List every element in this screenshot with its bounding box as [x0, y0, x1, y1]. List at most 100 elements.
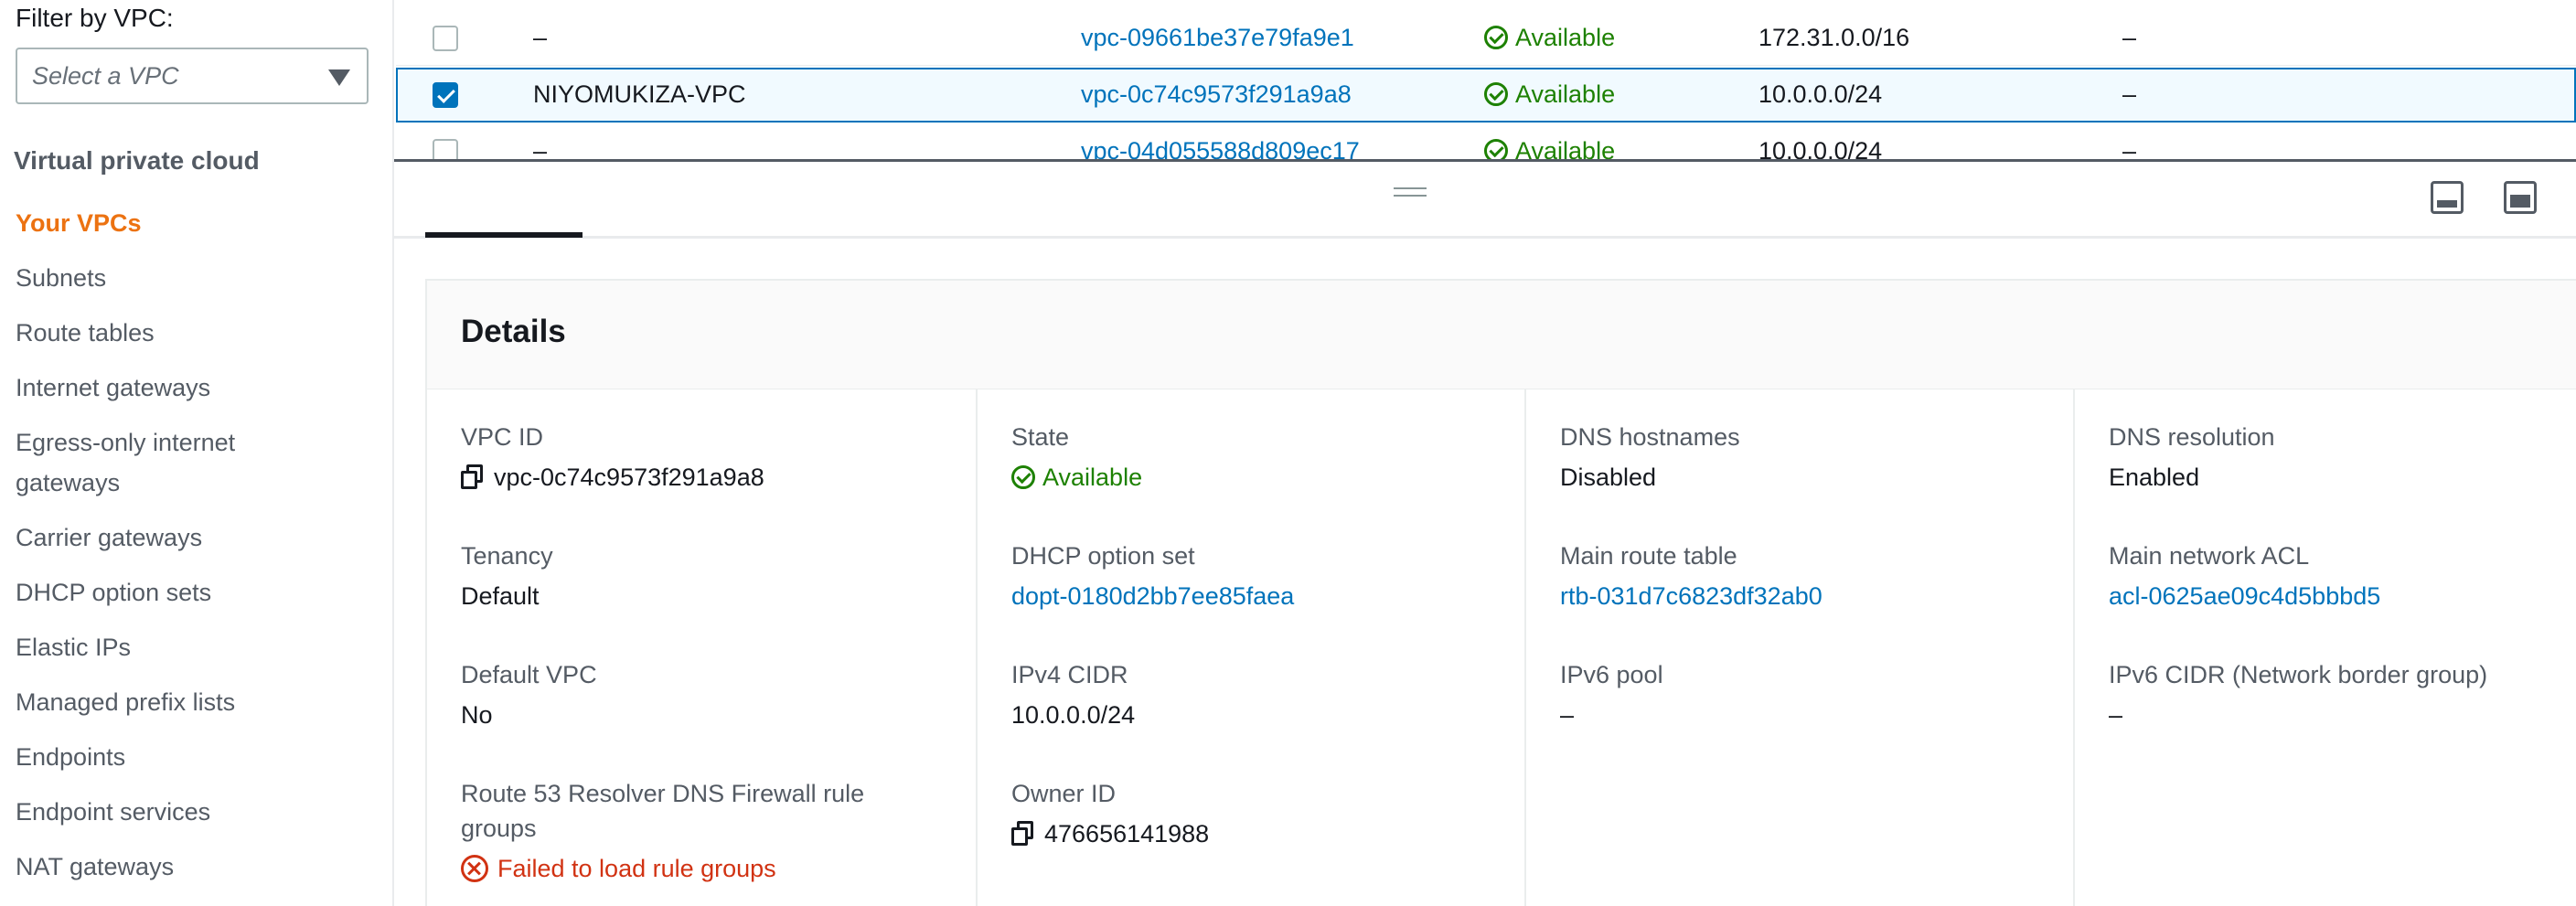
row-state-text: Available	[1515, 80, 1616, 108]
details-column-2: State Available DHCP option set dopt-018…	[976, 389, 1526, 906]
nav-item-dhcp-option-sets[interactable]: DHCP option sets	[16, 572, 381, 613]
field-dns-hostnames: DNS hostnames Disabled	[1560, 420, 1740, 492]
panel-position-side-button[interactable]	[2504, 181, 2537, 214]
row-ipv6-cidr: –	[2122, 80, 2137, 108]
field-dns-firewall: Route 53 Resolver DNS Firewall rule grou…	[461, 776, 900, 883]
default-vpc-label: Default VPC	[461, 661, 597, 688]
tenancy-label: Tenancy	[461, 542, 553, 570]
tab-details-active-indicator[interactable]	[425, 232, 583, 238]
nav-item-elastic-ips[interactable]: Elastic IPs	[16, 627, 381, 667]
row-state-text: Available	[1515, 137, 1616, 161]
details-column-3: DNS hostnames Disabled Main route table …	[1524, 389, 2075, 906]
field-vpc-id: VPC ID vpc-0c74c9573f291a9a8	[461, 420, 764, 492]
dns-resolution-label: DNS resolution	[2109, 423, 2275, 451]
row-vpc-id-link[interactable]: vpc-04d055588d809ec17	[1081, 137, 1360, 161]
check-circle-icon	[1011, 465, 1035, 489]
vpc-table: – vpc-09661be37e79fa9e1 Available 172.31…	[394, 0, 2576, 161]
ipv6-cidr-label: IPv6 CIDR (Network border group)	[2109, 661, 2488, 688]
row-ipv6-cidr: –	[2122, 137, 2137, 161]
vpc-id-value: vpc-0c74c9573f291a9a8	[461, 464, 764, 492]
dns-hostnames-label: DNS hostnames	[1560, 423, 1740, 451]
nav-item-managed-prefix-lists[interactable]: Managed prefix lists	[16, 682, 381, 722]
field-ipv6-cidr: IPv6 CIDR (Network border group) –	[2109, 657, 2487, 730]
dhcp-label: DHCP option set	[1011, 542, 1195, 570]
default-vpc-value: No	[461, 701, 493, 729]
filter-by-vpc-label: Filter by VPC:	[16, 4, 174, 32]
ipv6-pool-label: IPv6 pool	[1560, 661, 1663, 688]
main-route-table-label: Main route table	[1560, 542, 1737, 570]
copy-icon[interactable]	[461, 464, 485, 490]
dns-firewall-error-text: Failed to load rule groups	[497, 855, 776, 882]
row-state: Available	[1484, 24, 1615, 52]
dns-firewall-label: Route 53 Resolver DNS Firewall rule grou…	[461, 780, 865, 842]
nav-item-egress-only-internet-gateways[interactable]: Egress-only internet gateways	[16, 422, 290, 503]
main-network-acl-link[interactable]: acl-0625ae09c4d5bbbd5	[2109, 582, 2380, 611]
table-row[interactable]: – vpc-09661be37e79fa9e1 Available 172.31…	[396, 11, 2576, 66]
row-checkbox[interactable]	[433, 139, 458, 161]
field-ipv4-cidr: IPv4 CIDR 10.0.0.0/24	[1011, 657, 1135, 730]
field-tenancy: Tenancy Default	[461, 538, 553, 611]
nav-list: Your VPCs Subnets Route tables Internet …	[16, 203, 381, 901]
row-ipv6-cidr: –	[2122, 24, 2137, 51]
owner-id-label: Owner ID	[1011, 780, 1117, 807]
nav-item-endpoints[interactable]: Endpoints	[16, 737, 381, 777]
vpc-id-label: VPC ID	[461, 423, 544, 451]
row-name: NIYOMUKIZA-VPC	[533, 80, 746, 108]
row-ipv4-cidr: 10.0.0.0/24	[1758, 137, 1883, 161]
main-route-table-link[interactable]: rtb-031d7c6823df32ab0	[1560, 582, 1822, 611]
nav-item-your-vpcs[interactable]: Your VPCs	[16, 203, 381, 243]
ipv6-cidr-value: –	[2109, 701, 2123, 729]
details-title: Details	[461, 314, 566, 349]
panel-position-bottom-button[interactable]	[2431, 181, 2464, 214]
field-main-network-acl: Main network ACL acl-0625ae09c4d5bbbd5	[2109, 538, 2380, 611]
row-state: Available	[1484, 137, 1615, 161]
copy-icon[interactable]	[1011, 821, 1035, 847]
state-value: Available	[1011, 464, 1142, 492]
field-main-route-table: Main route table rtb-031d7c6823df32ab0	[1560, 538, 1822, 611]
state-label: State	[1011, 423, 1070, 451]
vpc-id-text: vpc-0c74c9573f291a9a8	[494, 464, 764, 491]
nav-item-nat-gateways[interactable]: NAT gateways	[16, 847, 381, 887]
details-tab-bar	[394, 236, 2576, 239]
details-header: Details	[427, 281, 2576, 389]
nav-item-route-tables[interactable]: Route tables	[16, 313, 381, 353]
state-text: Available	[1042, 464, 1143, 491]
caret-down-icon	[328, 69, 350, 86]
row-state-text: Available	[1515, 24, 1616, 51]
row-name: –	[533, 137, 548, 161]
vpc-filter-select[interactable]: Select a VPC	[16, 48, 369, 104]
row-vpc-id-link[interactable]: vpc-0c74c9573f291a9a8	[1081, 80, 1352, 109]
nav-item-carrier-gateways[interactable]: Carrier gateways	[16, 517, 381, 558]
details-column-1: VPC ID vpc-0c74c9573f291a9a8 Tenancy Def…	[427, 389, 976, 906]
dhcp-link[interactable]: dopt-0180d2bb7ee85faea	[1011, 582, 1294, 611]
main-content: – vpc-09661be37e79fa9e1 Available 172.31…	[394, 0, 2576, 906]
split-panel-divider[interactable]	[394, 159, 2576, 162]
nav-item-subnets[interactable]: Subnets	[16, 258, 381, 298]
sidebar: Filter by VPC: Select a VPC Virtual priv…	[0, 0, 394, 906]
row-ipv4-cidr: 172.31.0.0/16	[1758, 24, 1910, 51]
table-row[interactable]: – vpc-04d055588d809ec17 Available 10.0.0…	[396, 124, 2576, 161]
check-circle-icon	[1484, 139, 1508, 161]
row-checkbox[interactable]	[433, 82, 458, 108]
row-checkbox[interactable]	[433, 26, 458, 51]
ipv4-cidr-label: IPv4 CIDR	[1011, 661, 1128, 688]
tenancy-value: Default	[461, 582, 540, 610]
row-ipv4-cidr: 10.0.0.0/24	[1758, 80, 1883, 108]
nav-item-endpoint-services[interactable]: Endpoint services	[16, 792, 381, 832]
dns-hostnames-value: Disabled	[1560, 464, 1657, 491]
vpc-filter-placeholder: Select a VPC	[32, 62, 179, 90]
table-row[interactable]: NIYOMUKIZA-VPC vpc-0c74c9573f291a9a8 Ava…	[396, 68, 2576, 123]
ipv6-pool-value: –	[1560, 701, 1575, 729]
drag-handle-icon[interactable]	[1394, 187, 1427, 198]
owner-id-value: 476656141988	[1011, 820, 1209, 848]
details-column-4: DNS resolution Enabled Main network ACL …	[2073, 389, 2576, 906]
ipv4-cidr-value: 10.0.0.0/24	[1011, 701, 1136, 729]
main-network-acl-label: Main network ACL	[2109, 542, 2310, 570]
nav-item-internet-gateways[interactable]: Internet gateways	[16, 368, 381, 408]
field-default-vpc: Default VPC No	[461, 657, 597, 730]
field-ipv6-pool: IPv6 pool –	[1560, 657, 1663, 730]
field-owner-id: Owner ID 476656141988	[1011, 776, 1209, 848]
owner-id-text: 476656141988	[1044, 820, 1210, 847]
row-vpc-id-link[interactable]: vpc-09661be37e79fa9e1	[1081, 24, 1354, 52]
field-dns-resolution: DNS resolution Enabled	[2109, 420, 2275, 492]
